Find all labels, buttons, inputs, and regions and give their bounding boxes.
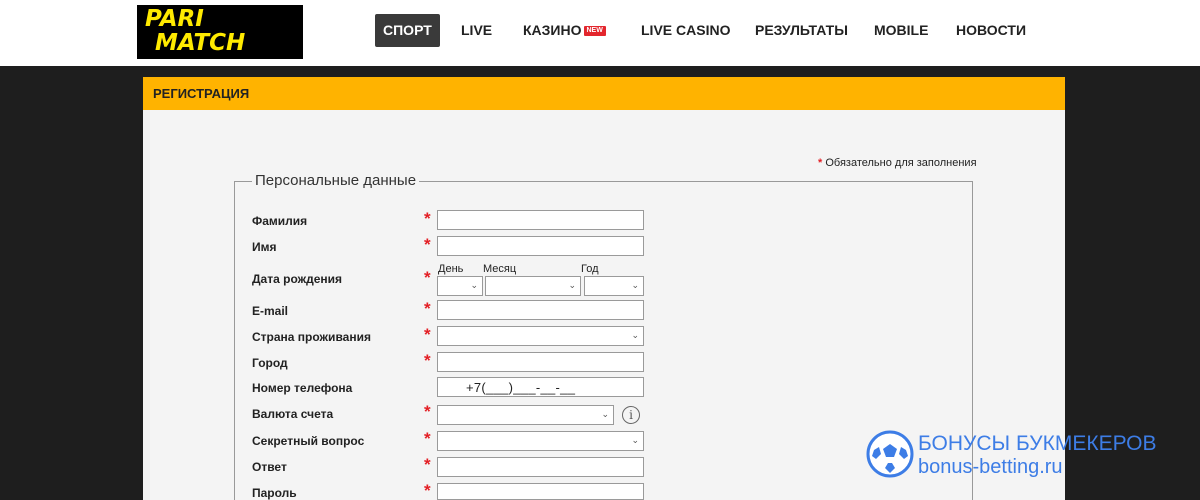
label-email: E-mail [252, 304, 289, 318]
nav-casino[interactable]: КАЗИНО NEW [523, 14, 606, 47]
required-star-currency: * [424, 402, 431, 421]
answer-input[interactable] [437, 457, 644, 477]
soccer-ball-icon [866, 430, 914, 478]
country-select[interactable]: ⌄ [437, 326, 644, 346]
surname-input[interactable] [437, 210, 644, 230]
personal-data-legend: Персональные данные [252, 172, 420, 189]
watermark-url: bonus-betting.ru [918, 456, 1063, 478]
logo-line-2: MATCH [155, 30, 246, 56]
label-answer: Ответ [252, 460, 287, 474]
chevron-down-icon: ⌄ [631, 435, 639, 445]
required-star-answer: * [424, 455, 431, 474]
label-city: Город [252, 356, 288, 370]
birth-year-select[interactable]: ⌄ [584, 276, 644, 296]
required-star-password: * [424, 481, 431, 500]
registration-title: РЕГИСТРАЦИЯ [153, 86, 250, 101]
required-star-city: * [424, 351, 431, 370]
logo-line-1: PARI [145, 6, 204, 32]
city-input[interactable] [437, 352, 644, 372]
parimatch-logo[interactable]: PARI MATCH [137, 5, 303, 59]
chevron-down-icon: ⌄ [601, 409, 609, 419]
nav-news[interactable]: НОВОСТИ [956, 14, 1026, 47]
password-input[interactable] [437, 483, 644, 500]
birth-day-select[interactable]: ⌄ [437, 276, 483, 296]
label-year: Год [581, 263, 599, 275]
label-day: День [438, 263, 464, 275]
required-note-star: * [818, 157, 823, 169]
label-surname: Фамилия [252, 214, 308, 228]
label-currency: Валюта счета [252, 407, 334, 421]
nav-live[interactable]: LIVE [461, 14, 492, 47]
watermark-title: БОНУСЫ БУКМЕКЕРОВ [918, 432, 1157, 455]
registration-header: РЕГИСТРАЦИЯ [143, 77, 1065, 110]
required-star-country: * [424, 325, 431, 344]
label-birthdate: Дата рождения [252, 272, 343, 286]
new-badge: NEW [583, 26, 606, 36]
top-navigation-bar: PARI MATCH СПОРТ LIVE КАЗИНО NEW LIVE CAS… [0, 0, 1200, 66]
currency-select[interactable]: ⌄ [437, 405, 614, 425]
label-month: Месяц [483, 263, 517, 275]
required-star-name: * [424, 235, 431, 254]
name-input[interactable] [437, 236, 644, 256]
chevron-down-icon: ⌄ [568, 280, 576, 290]
label-password: Пароль [252, 486, 297, 500]
nav-results[interactable]: РЕЗУЛЬТАТЫ [755, 14, 848, 47]
nav-sport[interactable]: СПОРТ [375, 14, 440, 47]
required-star-email: * [424, 299, 431, 318]
nav-live-casino[interactable]: LIVE CASINO [641, 14, 730, 47]
chevron-down-icon: ⌄ [631, 330, 639, 340]
chevron-down-icon: ⌄ [631, 280, 639, 290]
required-star-surname: * [424, 209, 431, 228]
birth-month-select[interactable]: ⌄ [485, 276, 581, 296]
label-name: Имя [252, 240, 277, 254]
email-input[interactable] [437, 300, 644, 320]
secret-question-select[interactable]: ⌄ [437, 431, 644, 451]
nav-mobile[interactable]: MOBILE [874, 14, 928, 47]
required-star-secret-question: * [424, 429, 431, 448]
chevron-down-icon: ⌄ [470, 280, 478, 290]
label-phone: Номер телефона [252, 381, 353, 395]
phone-mask: +7(___)___-__-__ [466, 380, 576, 395]
nav-casino-label: КАЗИНО [523, 22, 582, 38]
label-country: Страна проживания [252, 330, 371, 344]
required-star-birthdate: * [424, 268, 431, 287]
required-note: * Обязательно для заполнения [818, 157, 977, 169]
label-secret-question: Секретный вопрос [252, 434, 365, 448]
required-note-text: Обязательно для заполнения [825, 157, 977, 169]
info-icon[interactable]: i [622, 406, 640, 424]
